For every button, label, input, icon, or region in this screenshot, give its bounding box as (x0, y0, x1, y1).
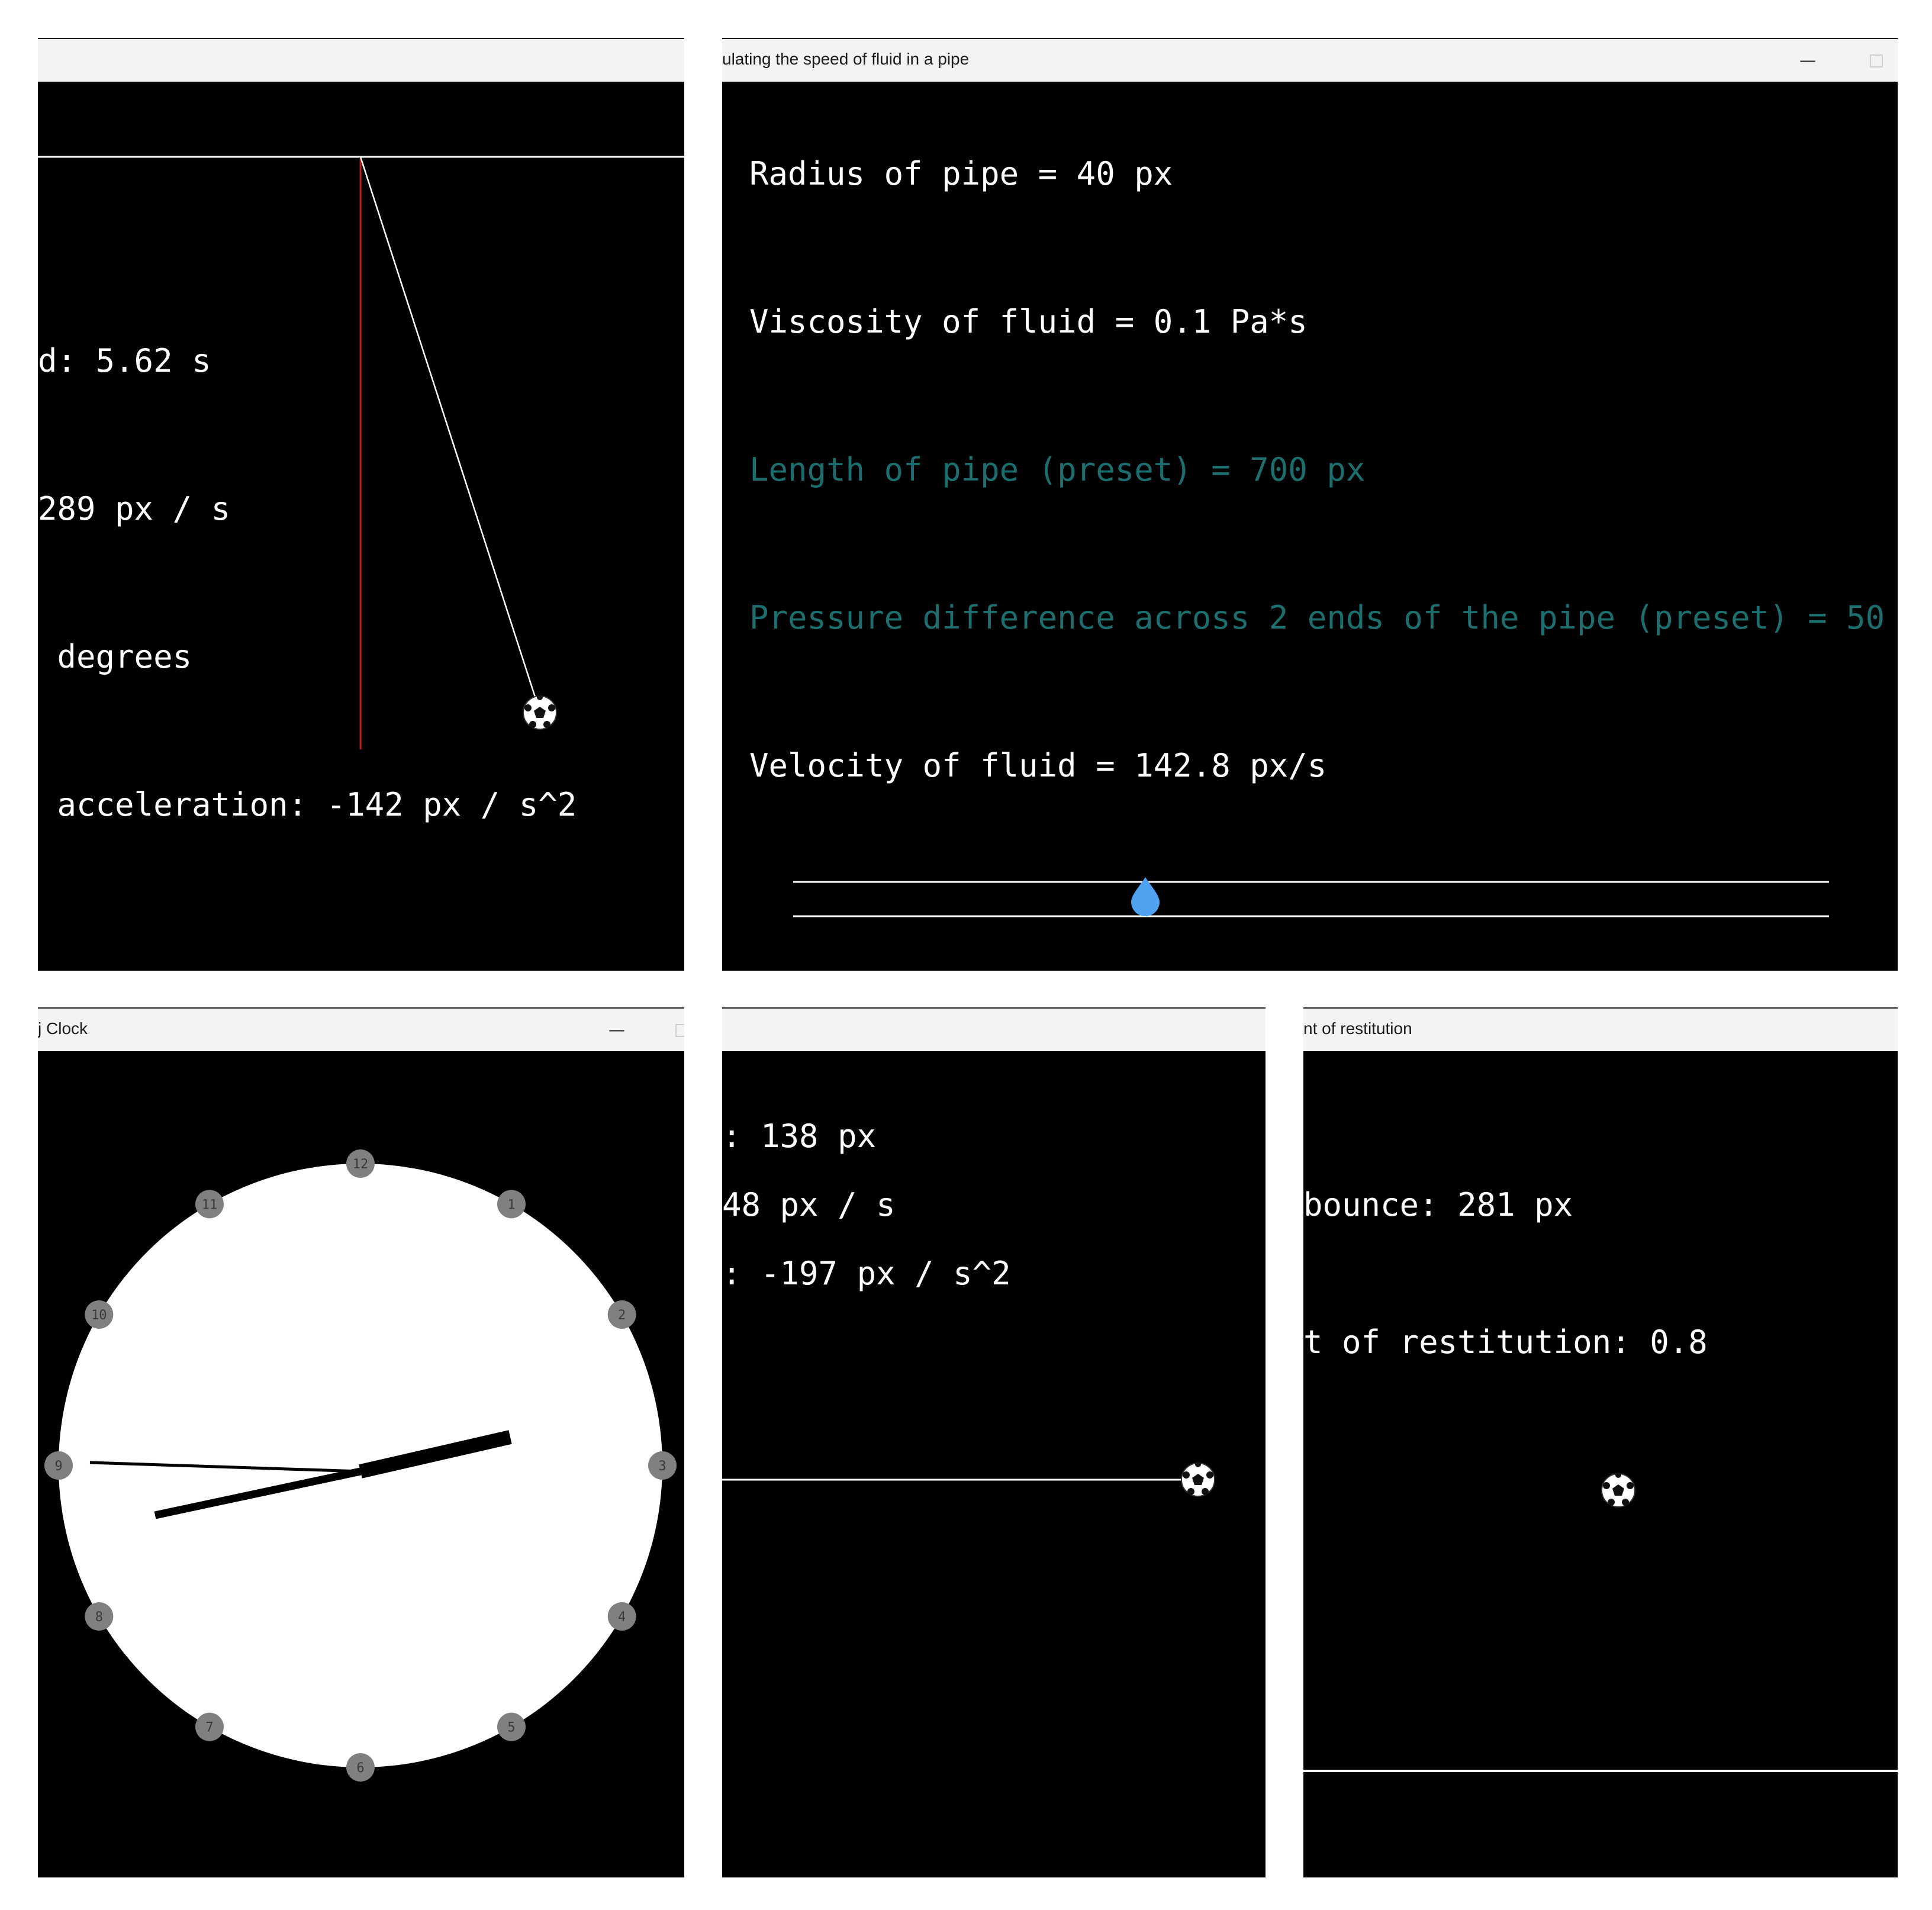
minimize-button[interactable]: — (1796, 49, 1820, 72)
clock-hour-marker: 9 (44, 1451, 73, 1480)
clock-hour-marker: 2 (607, 1300, 636, 1329)
pendulum-period-label: d: 5.62 s (38, 342, 211, 379)
clock-hour-label: 11 (202, 1197, 218, 1212)
clock-hour-marker: 11 (195, 1190, 224, 1219)
clock-hour-label: 5 (507, 1721, 515, 1735)
soccer-ball-icon (1180, 1462, 1216, 1497)
pendulum-canvas: d: 5.62 s 289 px / s degrees acceleratio… (38, 82, 684, 971)
pendulum-velocity-label: 289 px / s (38, 490, 231, 527)
pipe-window: ulating the speed of fluid in a pipe — R… (722, 38, 1898, 971)
maximize-icon (675, 1024, 684, 1037)
clock-canvas: 12 1 2 3 4 5 6 7 8 9 10 11 (38, 1051, 684, 1877)
bounce-window-title: nt of restitution (1303, 1019, 1412, 1038)
soccer-ball-icon (522, 695, 558, 730)
pendulum-string (359, 156, 540, 708)
maximize-button[interactable] (1865, 49, 1888, 72)
projectile-window: : 138 px 48 px / s : -197 px / s^2 (722, 1007, 1266, 1877)
clock-hour-label: 9 (54, 1459, 62, 1474)
pendulum-angle-label: degrees (38, 638, 192, 675)
clock-hour-marker: 3 (648, 1451, 677, 1480)
minimize-button[interactable]: — (605, 1018, 629, 1042)
pendulum-acceleration-label: acceleration: -142 px / s^2 (38, 786, 577, 823)
soccer-ball-icon (1601, 1473, 1636, 1508)
clock-hour-label: 12 (353, 1157, 369, 1172)
clock-hour-marker: 4 (607, 1602, 636, 1631)
clock-hour-marker: 12 (346, 1149, 375, 1178)
bounce-window: nt of restitution bounce: 281 px t of re… (1303, 1007, 1898, 1877)
clock-hour-marker: 6 (346, 1753, 375, 1782)
clock-hour-label: 1 (507, 1197, 515, 1212)
clock-hour-label: 6 (356, 1761, 364, 1776)
projectile-canvas: : 138 px 48 px / s : -197 px / s^2 (722, 1051, 1266, 1877)
clock-window-title: j Clock (38, 1019, 88, 1038)
clock-hour-marker: 7 (195, 1712, 224, 1741)
pipe-titlebar[interactable]: ulating the speed of fluid in a pipe — (722, 38, 1898, 82)
clock-hour-marker: 8 (85, 1602, 114, 1631)
clock-hour-marker: 1 (497, 1190, 526, 1219)
clock-window: j Clock — 12 1 2 3 4 5 6 7 8 9 10 11 (38, 1007, 684, 1877)
clock-hour-marker: 10 (85, 1300, 114, 1329)
bounce-canvas: bounce: 281 px t of restitution: 0.8 (1303, 1051, 1898, 1877)
clock-hour-label: 7 (205, 1721, 213, 1735)
bounce-titlebar[interactable]: nt of restitution (1303, 1007, 1898, 1051)
maximize-button[interactable] (670, 1018, 684, 1042)
bounce-drawing (1303, 1770, 1898, 1772)
pendulum-titlebar[interactable] (38, 38, 684, 82)
pipe-drawing (793, 877, 1829, 917)
pipe-canvas: Radius of pipe = 40 px Viscosity of flui… (722, 82, 1898, 971)
water-drop-icon (1131, 877, 1160, 916)
clock-hour-marker: 5 (497, 1712, 526, 1741)
clock-hour-label: 10 (91, 1308, 107, 1323)
pendulum-window: d: 5.62 s 289 px / s degrees acceleratio… (38, 38, 684, 971)
clock-hour-label: 2 (618, 1308, 626, 1323)
clock-drawing: 121234567891011 (44, 1149, 677, 1782)
maximize-icon (1870, 54, 1883, 67)
pipe-window-title: ulating the speed of fluid in a pipe (722, 50, 970, 68)
clock-hour-label: 3 (658, 1459, 666, 1474)
clock-hour-label: 4 (618, 1610, 626, 1625)
clock-hour-label: 8 (95, 1610, 103, 1625)
projectile-titlebar[interactable] (722, 1007, 1266, 1051)
clock-titlebar[interactable]: j Clock — (38, 1007, 684, 1051)
